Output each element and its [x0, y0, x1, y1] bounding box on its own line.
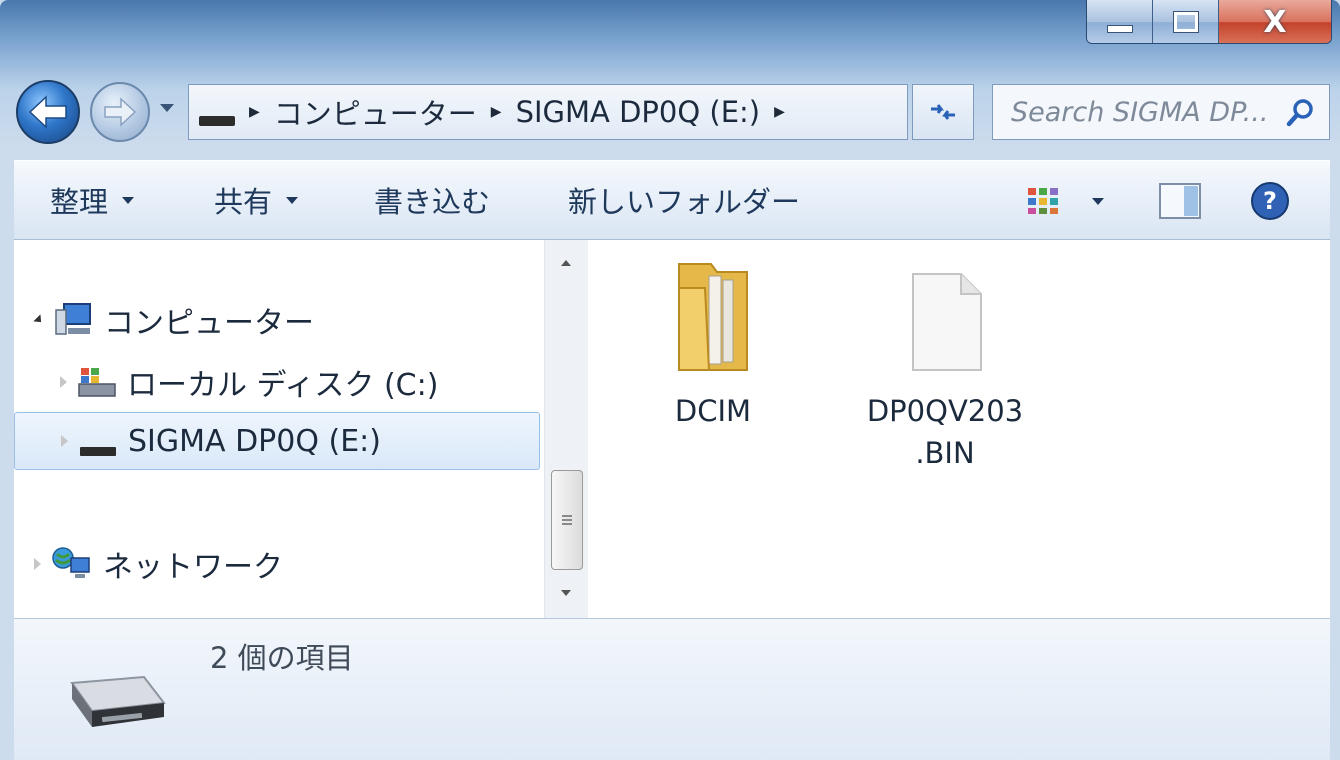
- scroll-thumb[interactable]: [551, 470, 583, 570]
- breadcrumb-drive[interactable]: SIGMA DP0Q (E:): [516, 95, 761, 129]
- tree-item-label: ローカル ディスク (C:): [127, 368, 439, 403]
- expand-arrow-icon[interactable]: [61, 435, 68, 447]
- command-bar: 整理 共有 書き込む 新しいフォルダー ?: [14, 160, 1330, 240]
- minimize-icon: [1106, 25, 1133, 33]
- minimize-button[interactable]: [1087, 0, 1153, 43]
- preview-pane-button[interactable]: [1158, 182, 1202, 220]
- new-folder-button[interactable]: 新しいフォルダー: [568, 179, 800, 221]
- tree-item-label: ネットワーク: [103, 550, 283, 585]
- organize-button[interactable]: 整理: [50, 179, 135, 221]
- removable-drive-icon: [80, 447, 116, 456]
- chevron-down-icon: [122, 196, 135, 204]
- content-area: コンピューター ローカル ディスク (C:) SIGMA DP0Q (E:) ネ…: [14, 240, 1330, 618]
- file-name-line1: DP0QV203: [866, 394, 1024, 428]
- file-name: DCIM: [674, 394, 752, 428]
- file-icon: [912, 273, 982, 371]
- chevron-down-icon: [286, 196, 299, 204]
- file-item-dcim[interactable]: DCIM: [618, 258, 808, 432]
- navigation-pane: コンピューター ローカル ディスク (C:) SIGMA DP0Q (E:) ネ…: [14, 240, 544, 618]
- tree-item-sigma-drive[interactable]: SIGMA DP0Q (E:): [14, 412, 540, 470]
- burn-label: 書き込む: [374, 185, 491, 219]
- change-view-button[interactable]: [1026, 186, 1104, 216]
- breadcrumb-computer[interactable]: コンピューター: [274, 91, 477, 133]
- explorer-window: X ▶ コンピューター ▶ SIGMA DP0Q (E:) ▶ Search S…: [0, 0, 1340, 760]
- preview-pane-icon: [1159, 183, 1201, 219]
- help-button[interactable]: ?: [1250, 181, 1290, 221]
- drive-icon: [199, 116, 235, 126]
- share-label: 共有: [214, 185, 273, 219]
- chevron-right-icon[interactable]: ▶: [491, 104, 502, 120]
- details-pane: 2 個の項目: [14, 618, 1330, 760]
- view-options-icon: [1028, 188, 1058, 214]
- chevron-right-icon[interactable]: ▶: [774, 104, 785, 120]
- share-button[interactable]: 共有: [214, 179, 299, 221]
- file-name-line2: .BIN: [915, 436, 975, 470]
- expand-arrow-icon[interactable]: [34, 558, 41, 570]
- back-arrow-icon: [28, 95, 67, 129]
- expand-arrow-icon[interactable]: [60, 376, 67, 388]
- removable-drive-large-icon: [70, 675, 166, 727]
- tree-item-label: コンピューター: [104, 306, 314, 341]
- address-bar[interactable]: ▶ コンピューター ▶ SIGMA DP0Q (E:) ▶: [188, 84, 908, 140]
- file-list: DCIM DP0QV203 .BIN: [588, 240, 1330, 618]
- tree-item-network[interactable]: ネットワーク: [34, 542, 283, 586]
- computer-icon: [55, 303, 91, 335]
- item-count: 2 個の項目: [210, 641, 354, 675]
- scroll-up-icon[interactable]: [561, 260, 571, 266]
- tree-item-label: SIGMA DP0Q (E:): [128, 423, 381, 459]
- caption-buttons: X: [1086, 0, 1332, 44]
- forward-arrow-icon: [104, 97, 137, 127]
- maximize-icon: [1172, 11, 1199, 33]
- maximize-button[interactable]: [1153, 0, 1219, 43]
- nav-pane-scrollbar[interactable]: [544, 240, 588, 618]
- refresh-button[interactable]: [912, 84, 974, 140]
- network-icon: [52, 547, 90, 578]
- search-box[interactable]: [992, 84, 1330, 140]
- file-item-firmware[interactable]: DP0QV203 .BIN: [850, 258, 1040, 474]
- close-button[interactable]: X: [1219, 0, 1331, 43]
- forward-button[interactable]: [90, 82, 150, 142]
- tree-item-computer[interactable]: コンピューター: [33, 298, 314, 342]
- grip-icon: [562, 515, 572, 525]
- back-button[interactable]: [16, 80, 80, 144]
- burn-button[interactable]: 書き込む: [374, 179, 490, 221]
- help-icon: ?: [1251, 182, 1289, 220]
- chevron-down-icon: [1092, 197, 1104, 205]
- folder-icon: [678, 263, 748, 371]
- local-disk-icon: [78, 368, 116, 397]
- view-controls: ?: [1026, 161, 1330, 241]
- refresh-icon: [931, 104, 955, 120]
- expand-arrow-icon[interactable]: [33, 314, 45, 326]
- organize-label: 整理: [50, 185, 109, 219]
- tree-item-local-disk[interactable]: ローカル ディスク (C:): [60, 360, 438, 404]
- svg-text:?: ?: [1263, 187, 1277, 215]
- navigation-bar: ▶ コンピューター ▶ SIGMA DP0Q (E:) ▶: [14, 78, 1330, 146]
- scroll-down-icon[interactable]: [561, 590, 571, 596]
- search-icon[interactable]: [1285, 97, 1315, 129]
- chevron-right-icon[interactable]: ▶: [249, 104, 260, 120]
- recent-pages-dropdown[interactable]: [160, 104, 174, 112]
- search-input[interactable]: [1011, 96, 1291, 128]
- close-icon: X: [1263, 4, 1287, 40]
- new-folder-label: 新しいフォルダー: [568, 185, 801, 219]
